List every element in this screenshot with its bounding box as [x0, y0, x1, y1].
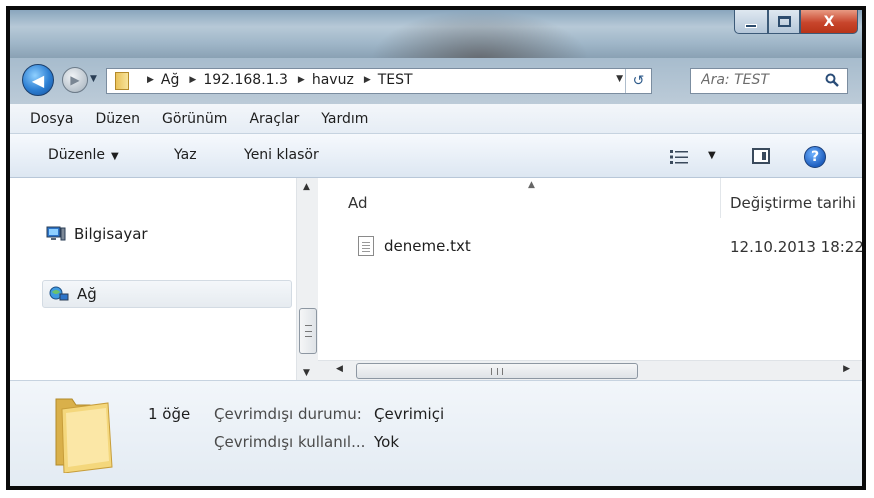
- breadcrumb-separator-icon[interactable]: ▶: [147, 75, 154, 85]
- grip-icon: [305, 325, 312, 337]
- maximize-icon: [777, 16, 791, 27]
- search-box[interactable]: [690, 68, 848, 94]
- help-icon[interactable]: ?: [804, 146, 826, 168]
- file-modified-date: 12.10.2013 18:22: [730, 238, 864, 256]
- close-icon: X: [823, 13, 835, 30]
- folder-icon: [115, 72, 129, 90]
- minimize-button[interactable]: [734, 10, 768, 34]
- arrow-right-icon: ▶: [70, 73, 80, 87]
- organize-label: Düzenle: [48, 147, 105, 163]
- navigation-scrollbar[interactable]: ▲ ▼: [296, 178, 318, 380]
- organize-button[interactable]: Düzenle ▼: [48, 147, 119, 163]
- network-icon: [49, 286, 69, 301]
- column-header-name[interactable]: Ad: [348, 194, 368, 212]
- breadcrumb-item-folder[interactable]: TEST: [378, 72, 413, 88]
- grip-icon: [491, 368, 503, 375]
- column-header-modified[interactable]: Değiştirme tarihi: [730, 194, 856, 212]
- maximize-button[interactable]: [768, 10, 800, 34]
- title-bar[interactable]: X: [10, 10, 862, 110]
- recent-pages-dropdown[interactable]: ▼: [90, 74, 97, 84]
- navigation-pane: Bilgisayar Ağ: [10, 178, 296, 380]
- menu-help[interactable]: Yardım: [321, 111, 368, 127]
- file-row[interactable]: deneme.txt: [358, 234, 471, 258]
- file-name: deneme.txt: [384, 237, 471, 255]
- close-button[interactable]: X: [800, 10, 858, 34]
- window-controls: X: [734, 10, 858, 36]
- computer-icon: [46, 226, 66, 241]
- scrollbar-thumb[interactable]: [356, 363, 638, 379]
- breadcrumb-separator-icon[interactable]: ▶: [298, 75, 305, 85]
- offline-availability-label: Çevrimdışı kullanıl...: [214, 433, 366, 451]
- menu-tools[interactable]: Araçlar: [249, 111, 299, 127]
- change-view-icon[interactable]: [670, 150, 688, 164]
- chevron-down-icon: ▼: [90, 74, 97, 84]
- details-pane: 1 öğe Çevrimdışı durumu: Çevrimiçi Çevri…: [10, 380, 862, 486]
- address-bar[interactable]: ▶ Ağ ▶ 192.168.1.3 ▶ havuz ▶ TEST ▼ ↺: [106, 68, 652, 94]
- nav-item-network[interactable]: Ağ: [42, 280, 292, 308]
- nav-item-computer[interactable]: Bilgisayar: [46, 220, 148, 248]
- menu-bar: Dosya Düzen Görünüm Araçlar Yardım: [10, 104, 862, 134]
- sort-ascending-icon: ▲: [528, 180, 535, 190]
- preview-pane-icon[interactable]: [752, 148, 770, 164]
- refresh-icon: ↺: [632, 73, 645, 89]
- minimize-icon: [745, 23, 757, 28]
- item-count: 1 öğe: [148, 405, 191, 423]
- offline-status-value: Çevrimiçi: [374, 405, 445, 423]
- scroll-right-icon[interactable]: ▶: [843, 364, 850, 374]
- explorer-window: X ◀ ▶ ▼ ▶ Ağ ▶ 192.168.1.3 ▶ havuz ▶ TES…: [6, 6, 866, 490]
- folder-icon: [55, 398, 113, 473]
- file-list: Ad ▲ Değiştirme tarihi deneme.txt 12.10.…: [318, 178, 862, 360]
- scroll-up-icon[interactable]: ▲: [303, 182, 310, 192]
- search-icon[interactable]: [825, 73, 839, 87]
- breadcrumb-item-host[interactable]: 192.168.1.3: [203, 72, 288, 88]
- offline-availability-value: Yok: [374, 433, 400, 451]
- scrollbar-thumb[interactable]: [299, 308, 317, 354]
- nav-item-label: Ağ: [77, 285, 97, 303]
- search-input[interactable]: [701, 72, 811, 88]
- column-header-row: Ad ▲ Değiştirme tarihi: [318, 178, 862, 218]
- scroll-down-icon[interactable]: ▼: [303, 368, 310, 378]
- nav-item-label: Bilgisayar: [74, 225, 148, 243]
- menu-edit[interactable]: Düzen: [96, 111, 141, 127]
- text-file-icon: [358, 236, 374, 256]
- chevron-down-icon: ▼: [111, 151, 119, 162]
- breadcrumb-item-network[interactable]: Ağ: [161, 72, 179, 88]
- back-button[interactable]: ◀: [22, 64, 54, 96]
- menu-file[interactable]: Dosya: [30, 111, 74, 127]
- view-options-dropdown[interactable]: ▼: [708, 150, 716, 161]
- column-divider[interactable]: [720, 178, 721, 218]
- chevron-down-icon: ▼: [616, 74, 623, 84]
- share-button[interactable]: Yaz: [174, 147, 197, 163]
- scroll-left-icon[interactable]: ◀: [336, 364, 343, 374]
- breadcrumb-item-share[interactable]: havuz: [312, 72, 354, 88]
- horizontal-scrollbar[interactable]: ◀ ▶: [318, 360, 862, 380]
- new-folder-button[interactable]: Yeni klasör: [244, 147, 319, 163]
- breadcrumb-separator-icon[interactable]: ▶: [189, 75, 196, 85]
- forward-button[interactable]: ▶: [62, 67, 88, 93]
- offline-status-label: Çevrimdışı durumu:: [214, 405, 362, 423]
- breadcrumb: ▶ Ağ ▶ 192.168.1.3 ▶ havuz ▶ TEST: [137, 72, 413, 88]
- command-bar: Düzenle ▼ Yaz Yeni klasör ▼ ?: [10, 134, 862, 178]
- address-history-dropdown[interactable]: ▼: [616, 74, 623, 84]
- refresh-button[interactable]: ↺: [625, 69, 651, 93]
- arrow-left-icon: ◀: [31, 70, 45, 90]
- menu-view[interactable]: Görünüm: [162, 111, 227, 127]
- breadcrumb-separator-icon[interactable]: ▶: [364, 75, 371, 85]
- navigation-bar: ◀ ▶ ▼ ▶ Ağ ▶ 192.168.1.3 ▶ havuz ▶ TEST …: [10, 58, 862, 104]
